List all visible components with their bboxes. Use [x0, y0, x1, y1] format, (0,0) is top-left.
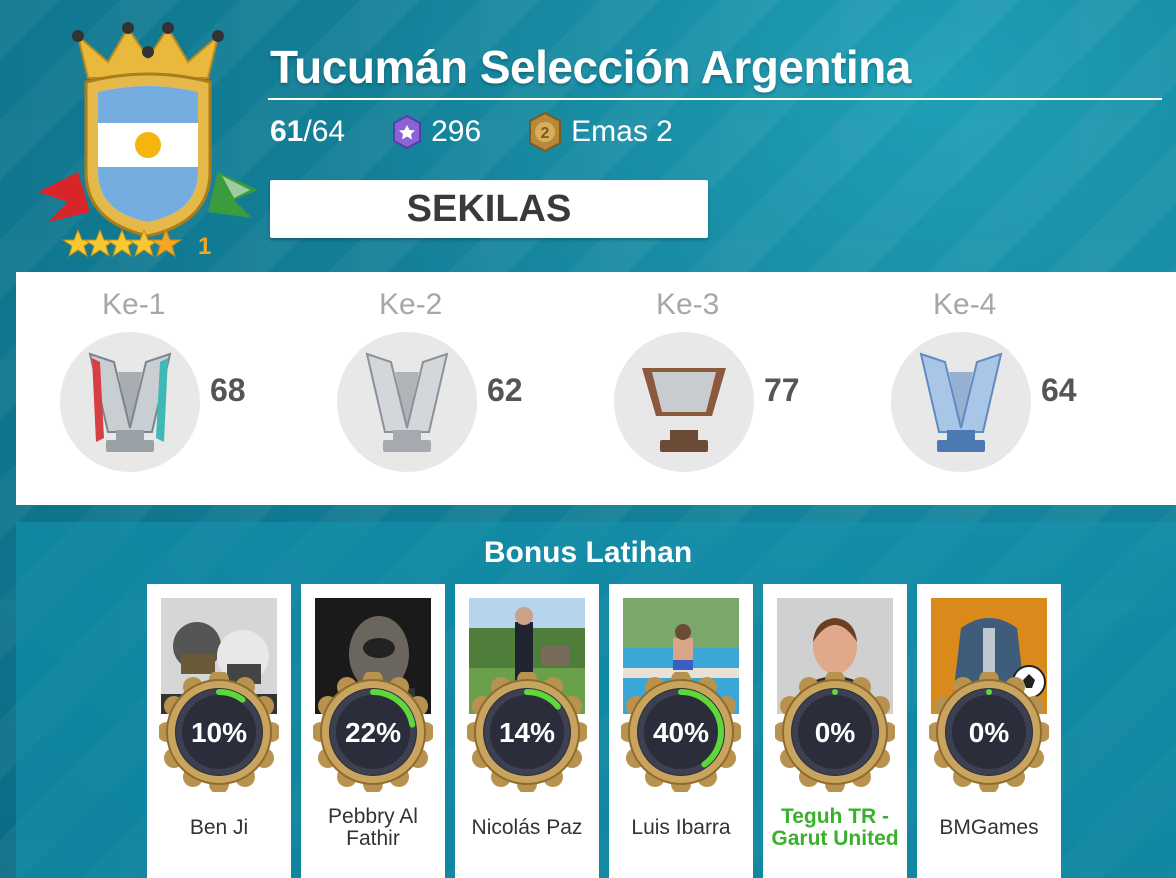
- trophy-rank: Ke-3: [656, 288, 720, 321]
- trophy-circle: [614, 332, 754, 472]
- team-badge-icon: 1: [38, 22, 258, 258]
- bonus-percent: 22%: [344, 717, 402, 748]
- svg-text:1: 1: [198, 233, 211, 258]
- trophy-item: Ke-3 77: [570, 272, 830, 505]
- bonus-percent: 0%: [814, 717, 856, 748]
- svg-text:2: 2: [541, 125, 550, 142]
- trophy-count: 77: [764, 372, 800, 408]
- team-stats: 61 /64 296 2 Emas 2: [270, 112, 721, 152]
- friend-card[interactable]: 0% Teguh TR - Garut United: [763, 584, 907, 878]
- bonus-percent: 40%: [652, 717, 710, 748]
- trophy-rank: Ke-2: [379, 288, 443, 321]
- preview-button[interactable]: SEKILAS: [270, 180, 708, 238]
- trophy-cup-icon: [88, 352, 172, 452]
- star-gem-icon: [393, 115, 422, 149]
- bonus-percent: 0%: [968, 717, 1010, 748]
- trophy-cup-icon: [642, 368, 726, 452]
- friend-card[interactable]: 10% Ben Ji: [147, 584, 291, 878]
- trophy-circle: [60, 332, 200, 472]
- friend-card[interactable]: 22% Pebbry Al Fathir: [301, 584, 445, 878]
- rating-max: /64: [303, 115, 346, 148]
- team-rating: 61 /64: [270, 115, 345, 149]
- friend-name: Nicolás Paz: [471, 816, 583, 839]
- trophy-count: 68: [210, 372, 246, 408]
- trophy-item: Ke-1 68: [16, 272, 276, 505]
- friend-name: Teguh TR - Garut United: [771, 805, 899, 850]
- trophy-cup-icon: [919, 352, 1003, 452]
- bonus-percent: 14%: [498, 717, 556, 748]
- gem-stat: 296: [393, 115, 481, 149]
- trophy-cup-icon: [365, 352, 449, 452]
- trophy-count: 62: [487, 372, 523, 408]
- bonus-percent: 10%: [190, 717, 248, 748]
- trophy-circle: [891, 332, 1031, 472]
- medal-stat: 2 Emas 2: [529, 112, 673, 152]
- friend-card[interactable]: 40% Luis Ibarra: [609, 584, 753, 878]
- gem-count: 296: [431, 115, 482, 148]
- friend-name: Luis Ibarra: [631, 816, 731, 839]
- title-divider: [268, 98, 1162, 100]
- trophy-item: Ke-4 64: [847, 272, 1107, 505]
- trophy-item: Ke-2 62: [293, 272, 553, 505]
- bonus-title: Bonus Latihan: [483, 536, 693, 569]
- friend-name: BMGames: [939, 816, 1039, 839]
- rating-current: 61: [270, 115, 304, 148]
- friend-card[interactable]: 0% BMGames: [917, 584, 1061, 878]
- training-bonus-panel: Bonus Latihan 10% Ben Ji 22% Pebbry Al Fath…: [16, 522, 1176, 878]
- medal-label: Emas 2: [571, 115, 673, 148]
- friend-name: Ben Ji: [189, 816, 249, 839]
- trophy-panel: Ke-1 68 Ke-2 62 Ke-3 77 Ke-4 64: [16, 272, 1176, 505]
- trophy-count: 64: [1041, 372, 1077, 408]
- gold-medal-icon: 2: [529, 112, 562, 152]
- team-header: 1 Tucumán Selección Argentina 61 /64 296…: [0, 0, 1176, 270]
- team-name: Tucumán Selección Argentina: [270, 41, 911, 93]
- trophy-rank: Ke-4: [933, 288, 997, 321]
- trophy-circle: [337, 332, 477, 472]
- friend-name: Pebbry Al Fathir: [328, 805, 418, 850]
- trophy-rank: Ke-1: [102, 288, 166, 321]
- friend-card[interactable]: 14% Nicolás Paz: [455, 584, 599, 878]
